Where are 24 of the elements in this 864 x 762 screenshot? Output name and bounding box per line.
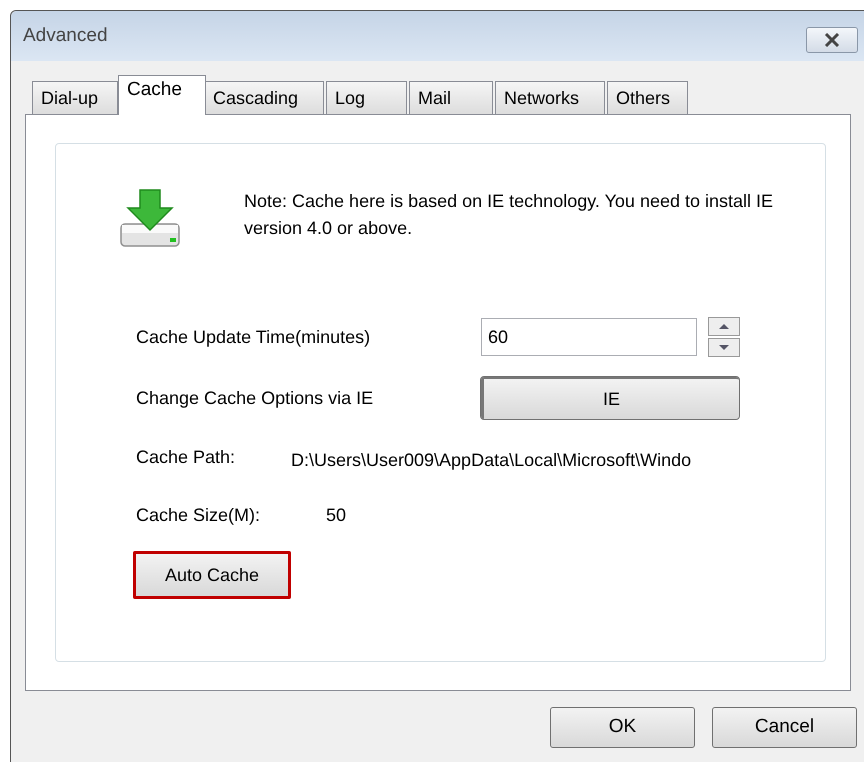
tab[interactable]: Cache xyxy=(118,75,206,115)
close-icon xyxy=(824,33,840,47)
cache-size-label: Cache Size(M): xyxy=(136,504,262,527)
update-time-label: Cache Update Time(minutes) xyxy=(136,326,372,349)
window-title: Advanced xyxy=(23,24,108,48)
cache-path-label: Cache Path: xyxy=(136,446,236,469)
tab[interactable]: Mail xyxy=(409,81,493,114)
close-button[interactable] xyxy=(806,27,858,53)
cache-size-value: 50 xyxy=(326,504,346,527)
drive-download-icon xyxy=(118,188,182,248)
ie-button[interactable]: IE xyxy=(481,377,739,419)
note-text: Note: Cache here is based on IE technology. You need to install IE version 4.0 or above. xyxy=(244,190,774,240)
tab[interactable]: Networks xyxy=(495,81,605,114)
dialog-button[interactable]: OK xyxy=(550,707,695,748)
change-options-label: Change Cache Options via IE xyxy=(136,386,374,410)
tab[interactable]: Log xyxy=(326,81,407,114)
spin-button[interactable] xyxy=(708,317,740,357)
tab[interactable]: Others xyxy=(607,81,688,114)
cache-path-value: D:\Users\User009\AppData\Local\Microsoft\Windo xyxy=(291,449,692,472)
update-time-field[interactable]: 60 xyxy=(481,318,697,356)
auto-cache-button[interactable]: Auto Cache xyxy=(133,551,291,599)
dialog-button[interactable]: Cancel xyxy=(712,707,857,748)
tab[interactable]: Dial-up xyxy=(32,81,118,114)
tab[interactable]: Cascading xyxy=(204,81,324,114)
